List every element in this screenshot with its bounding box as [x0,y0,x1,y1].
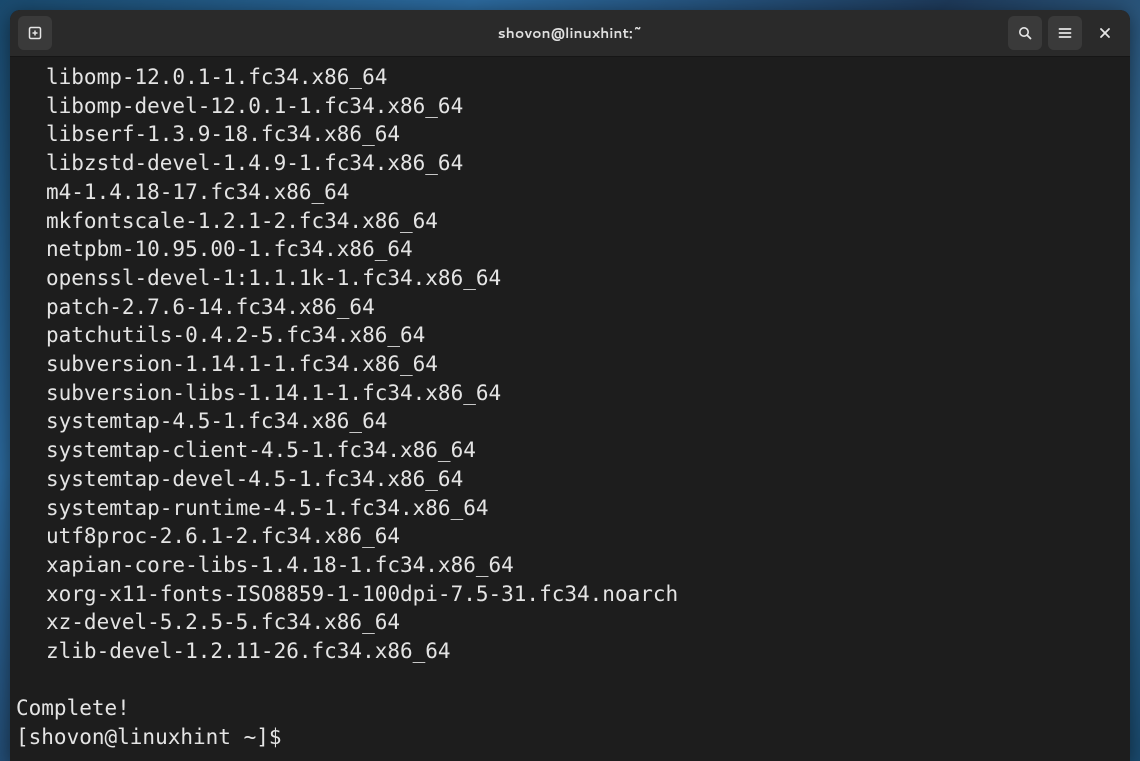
package-line: subversion-libs-1.14.1-1.fc34.x86_64 [16,379,1124,408]
cursor [294,726,307,749]
close-button[interactable] [1088,16,1122,50]
new-tab-icon [27,25,43,41]
package-line: patch-2.7.6-14.fc34.x86_64 [16,293,1124,322]
package-line: libzstd-devel-1.4.9-1.fc34.x86_64 [16,149,1124,178]
window-title: shovon@linuxhint:~ [10,23,1130,43]
package-line: zlib-devel-1.2.11-26.fc34.x86_64 [16,637,1124,666]
package-line: xorg-x11-fonts-ISO8859-1-100dpi-7.5-31.f… [16,580,1124,609]
package-line: patchutils-0.4.2-5.fc34.x86_64 [16,321,1124,350]
package-line: libomp-devel-12.0.1-1.fc34.x86_64 [16,92,1124,121]
search-icon [1017,25,1033,41]
package-line: mkfontscale-1.2.1-2.fc34.x86_64 [16,207,1124,236]
menu-button[interactable] [1048,16,1082,50]
titlebar-right [1008,16,1130,50]
search-button[interactable] [1008,16,1042,50]
package-line: m4-1.4.18-17.fc34.x86_64 [16,178,1124,207]
terminal-output[interactable]: libomp-12.0.1-1.fc34.x86_64libomp-devel-… [10,57,1130,761]
package-line: systemtap-4.5-1.fc34.x86_64 [16,407,1124,436]
titlebar: shovon@linuxhint:~ [10,10,1130,57]
status-complete: Complete! [16,694,1124,723]
close-icon [1097,25,1113,41]
package-line: xz-devel-5.2.5-5.fc34.x86_64 [16,608,1124,637]
package-line: netpbm-10.95.00-1.fc34.x86_64 [16,235,1124,264]
blank-line [16,666,1124,695]
package-line: openssl-devel-1:1.1.1k-1.fc34.x86_64 [16,264,1124,293]
shell-prompt: [shovon@linuxhint ~]$ [16,723,1124,752]
titlebar-left [10,16,52,50]
package-line: libserf-1.3.9-18.fc34.x86_64 [16,120,1124,149]
terminal-window: shovon@linuxhint:~ [10,10,1130,761]
package-line: systemtap-client-4.5-1.fc34.x86_64 [16,436,1124,465]
package-line: xapian-core-libs-1.4.18-1.fc34.x86_64 [16,551,1124,580]
package-line: systemtap-runtime-4.5-1.fc34.x86_64 [16,494,1124,523]
package-line: utf8proc-2.6.1-2.fc34.x86_64 [16,522,1124,551]
new-tab-button[interactable] [18,16,52,50]
package-line: libomp-12.0.1-1.fc34.x86_64 [16,63,1124,92]
prompt-text: [shovon@linuxhint ~]$ [16,725,294,749]
package-line: subversion-1.14.1-1.fc34.x86_64 [16,350,1124,379]
package-line: systemtap-devel-4.5-1.fc34.x86_64 [16,465,1124,494]
hamburger-icon [1057,25,1073,41]
